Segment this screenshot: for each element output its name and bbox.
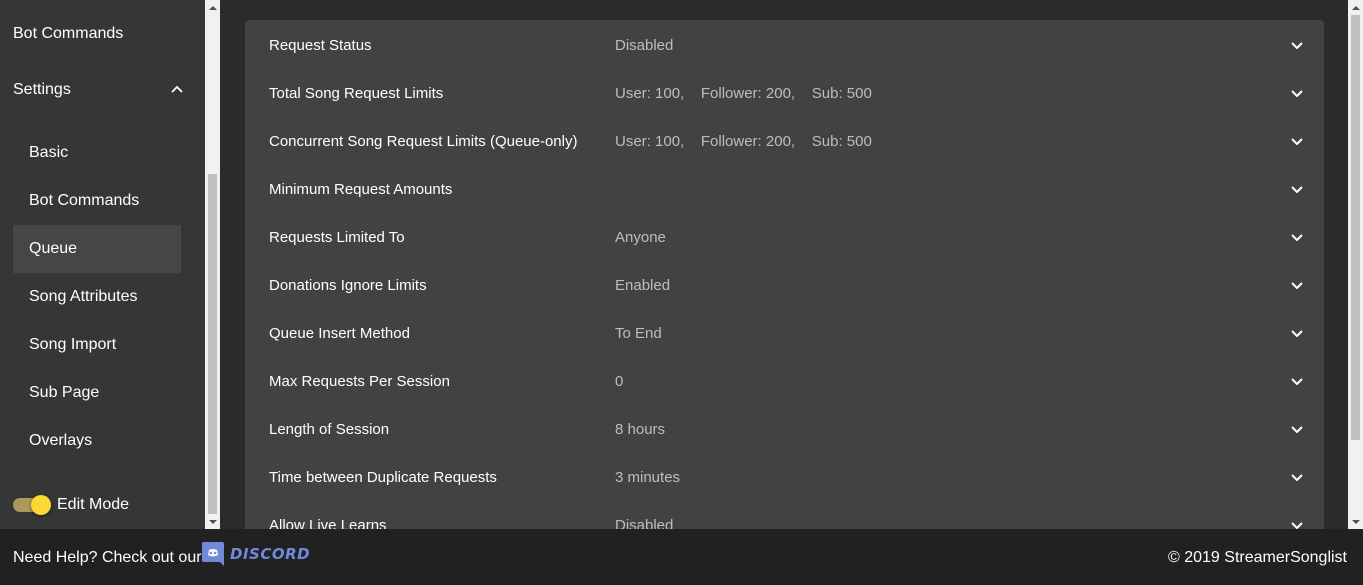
sidebar: Bot Commands Settings Basic Bot Commands Q…: [0, 0, 205, 529]
chevron-down-icon[interactable]: [1290, 425, 1304, 435]
help-text: Need Help? Check out our: [13, 549, 202, 566]
settings-row[interactable]: Total Song Request Limits User: 100, Foll…: [245, 69, 1324, 117]
scroll-up-arrow-icon[interactable]: [1348, 0, 1363, 15]
edit-mode-toggle-row[interactable]: Edit Mode: [13, 490, 129, 520]
setting-value: 3 minutes: [615, 468, 681, 486]
toggle-knob: [31, 495, 51, 515]
settings-row[interactable]: Donations Ignore Limits Enabled: [245, 261, 1324, 309]
sidebar-subitem-queue[interactable]: Queue: [13, 225, 181, 273]
chevron-down-icon[interactable]: [1290, 473, 1304, 483]
sidebar-subitem-label: Song Import: [29, 336, 117, 353]
settings-row[interactable]: Queue Insert Method To End: [245, 309, 1324, 357]
sidebar-scrollbar-thumb[interactable]: [208, 174, 217, 514]
setting-value: Disabled: [615, 36, 674, 54]
sidebar-subitem-label: Song Attributes: [29, 288, 138, 305]
scroll-up-arrow-icon[interactable]: [205, 0, 220, 15]
setting-label: Minimum Request Amounts: [269, 180, 453, 198]
settings-row[interactable]: Request Status Disabled: [245, 21, 1324, 69]
edit-mode-toggle[interactable]: [13, 495, 51, 515]
setting-label: Time between Duplicate Requests: [269, 468, 497, 486]
settings-row[interactable]: Max Requests Per Session 0: [245, 357, 1324, 405]
setting-value: 8 hours: [615, 420, 666, 438]
chevron-down-icon[interactable]: [1290, 185, 1304, 195]
settings-row[interactable]: Time between Duplicate Requests 3 minutes: [245, 453, 1324, 501]
settings-row[interactable]: Length of Session 8 hours: [245, 405, 1324, 453]
setting-label: Concurrent Song Request Limits (Queue-on…: [269, 132, 578, 150]
page-scrollbar-thumb[interactable]: [1351, 15, 1360, 440]
sidebar-subitem-song-import[interactable]: Song Import: [13, 321, 181, 369]
chevron-down-icon[interactable]: [1290, 521, 1304, 529]
scroll-down-arrow-icon[interactable]: [205, 514, 220, 529]
main-content: Request Status Disabled Total Song Request…: [220, 0, 1348, 529]
discord-link[interactable]: DISCORD: [201, 541, 310, 567]
settings-row[interactable]: Allow Live Learns Disabled: [245, 501, 1324, 529]
footer: Need Help? Check out our DISCORD © 2019 …: [0, 529, 1363, 585]
sidebar-subitem-label: Sub Page: [29, 384, 100, 401]
sidebar-group-settings[interactable]: Settings: [0, 66, 205, 114]
chevron-up-icon: [171, 85, 183, 93]
sidebar-subitem-label: Queue: [29, 240, 78, 257]
sidebar-group-label: Settings: [13, 81, 71, 98]
chevron-down-icon[interactable]: [1290, 377, 1304, 387]
setting-value: Anyone: [615, 228, 666, 246]
chevron-down-icon[interactable]: [1290, 329, 1304, 339]
sidebar-subitem-label: Basic: [29, 144, 69, 161]
scroll-down-arrow-icon[interactable]: [1348, 514, 1363, 529]
sidebar-subitem-basic[interactable]: Basic: [13, 129, 181, 177]
chevron-down-icon[interactable]: [1290, 233, 1304, 243]
discord-icon: [202, 542, 224, 566]
sidebar-subitem-overlays[interactable]: Overlays: [13, 417, 181, 465]
setting-value: 0: [615, 372, 624, 390]
setting-value: User: 100, Follower: 200, Sub: 500: [615, 132, 872, 150]
setting-label: Length of Session: [269, 420, 390, 438]
page-scrollbar[interactable]: [1348, 0, 1363, 529]
chevron-down-icon[interactable]: [1290, 89, 1304, 99]
settings-row[interactable]: Requests Limited To Anyone: [245, 213, 1324, 261]
setting-label: Max Requests Per Session: [269, 372, 450, 390]
chevron-down-icon[interactable]: [1290, 281, 1304, 291]
setting-value: User: 100, Follower: 200, Sub: 500: [615, 84, 872, 102]
setting-label: Allow Live Learns: [269, 516, 387, 530]
sidebar-scrollbar[interactable]: [205, 0, 220, 529]
sidebar-item-label: Bot Commands: [13, 25, 124, 42]
setting-value: Disabled: [615, 516, 674, 530]
sidebar-item-bot-commands[interactable]: Bot Commands: [0, 10, 205, 58]
copyright: © 2019 StreamerSonglist: [1168, 549, 1347, 566]
setting-label: Donations Ignore Limits: [269, 276, 427, 294]
setting-label: Total Song Request Limits: [269, 84, 444, 102]
sidebar-subitem-bot-commands[interactable]: Bot Commands: [13, 177, 181, 225]
chevron-down-icon[interactable]: [1290, 137, 1304, 147]
discord-label: DISCORD: [230, 545, 311, 563]
settings-row[interactable]: Concurrent Song Request Limits (Queue-on…: [245, 117, 1324, 165]
settings-row[interactable]: Minimum Request Amounts: [245, 165, 1324, 213]
sidebar-subitem-sub-page[interactable]: Sub Page: [13, 369, 181, 417]
queue-settings-panel: Request Status Disabled Total Song Request…: [245, 20, 1324, 529]
setting-label: Requests Limited To: [269, 228, 405, 246]
sidebar-subitem-song-attributes[interactable]: Song Attributes: [13, 273, 181, 321]
sidebar-subitem-label: Overlays: [29, 432, 93, 449]
setting-label: Queue Insert Method: [269, 324, 410, 342]
setting-value: To End: [615, 324, 662, 342]
setting-value: Enabled: [615, 276, 671, 294]
sidebar-subitem-label: Bot Commands: [29, 192, 140, 209]
setting-label: Request Status: [269, 36, 372, 54]
edit-mode-label: Edit Mode: [57, 496, 130, 513]
chevron-down-icon[interactable]: [1290, 41, 1304, 51]
